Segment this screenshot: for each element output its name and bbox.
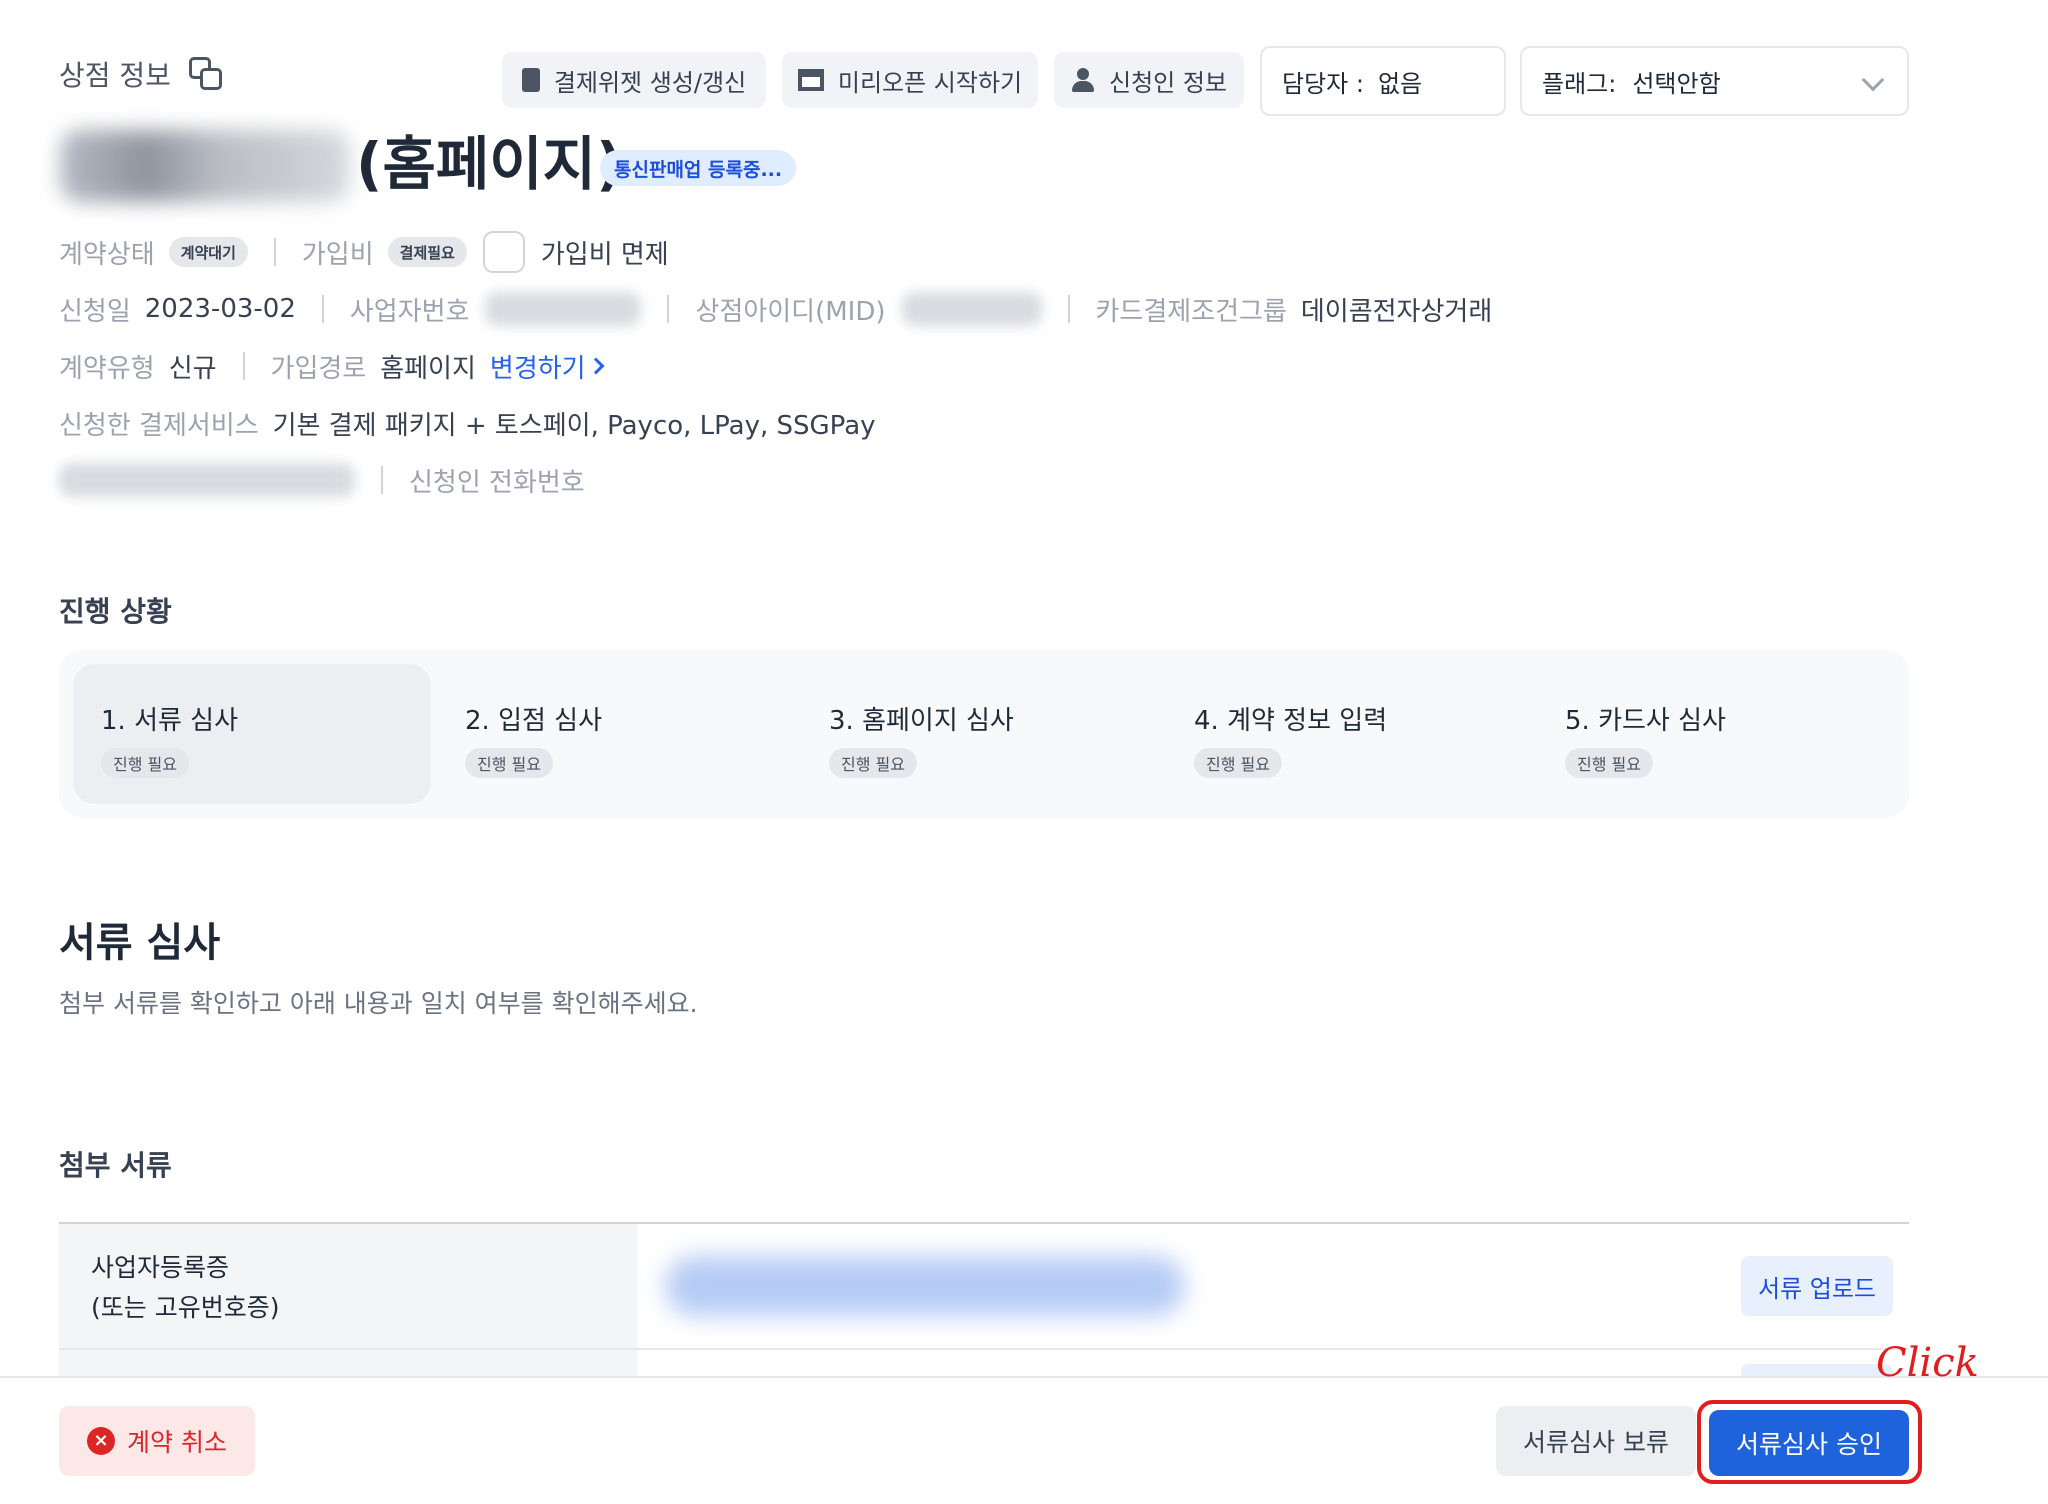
signup-path-value: 홈페이지	[380, 353, 476, 384]
step-3[interactable]: 3. 홈페이지 심사 진행 필요	[801, 664, 1159, 804]
step-title: 5. 카드사 심사	[1565, 706, 1726, 736]
step-title: 1. 서류 심사	[101, 706, 239, 736]
divider	[273, 238, 276, 266]
section-title-text: 상점 정보	[59, 59, 171, 92]
assignee-select[interactable]: 담당자 : 없음	[1260, 46, 1506, 116]
step-title: 4. 계약 정보 입력	[1194, 706, 1388, 736]
info-row-services: 신청한 결제서비스 기본 결제 패키지 + 토스페이, Payco, LPay,…	[59, 403, 876, 443]
preopen-start-label: 미리오픈 시작하기	[837, 68, 1023, 97]
preopen-start-button[interactable]: 미리오픈 시작하기	[782, 52, 1038, 108]
store-name-redacted	[60, 130, 350, 202]
step-title: 3. 홈페이지 심사	[829, 706, 1014, 736]
hold-review-button[interactable]: 서류심사 보류	[1496, 1406, 1696, 1476]
card-group-value: 데이콤전자상거래	[1300, 296, 1493, 327]
step-2[interactable]: 2. 입점 심사 진행 필요	[437, 664, 795, 804]
signup-fee-label: 가입비	[301, 239, 374, 270]
step-status-badge: 진행 필요	[465, 748, 553, 778]
section-title: 상점 정보	[59, 52, 225, 96]
flag-select[interactable]: 플래그: 선택안함	[1520, 46, 1909, 116]
progress-title: 진행 상황	[59, 595, 172, 628]
step-status-badge: 진행 필요	[101, 748, 189, 778]
step-status-badge: 진행 필요	[829, 748, 917, 778]
phone-redacted	[59, 463, 355, 497]
info-row-dates: 신청일 2023-03-02 사업자번호 상점아이디(MID) 카드결제조건그룹…	[59, 289, 1492, 329]
apply-date-value: 2023-03-02	[144, 294, 296, 324]
chevron-down-icon	[1861, 68, 1885, 92]
cancel-contract-button[interactable]: × 계약 취소	[59, 1406, 255, 1476]
close-icon: ×	[87, 1427, 116, 1455]
change-signup-path-link[interactable]: 변경하기	[490, 348, 586, 385]
services-value: 기본 결제 패키지 + 토스페이, Payco, LPay, SSGPay	[272, 410, 876, 441]
mid-label: 상점아이디(MID)	[695, 296, 886, 327]
card-group-label: 카드결제조건그룹	[1095, 296, 1287, 327]
apply-date-label: 신청일	[59, 296, 131, 327]
step-4[interactable]: 4. 계약 정보 입력 진행 필요	[1166, 664, 1524, 804]
book-icon	[521, 68, 540, 92]
review-title: 서류 심사	[59, 920, 221, 966]
step-title: 2. 입점 심사	[465, 706, 603, 736]
review-description: 첨부 서류를 확인하고 아래 내용과 일치 여부를 확인해주세요.	[59, 989, 698, 1018]
assignee-label: 담당자 :	[1282, 69, 1364, 98]
contract-status-label: 계약상태	[59, 239, 155, 270]
contract-status-badge: 계약대기	[168, 237, 248, 267]
divider	[1067, 295, 1070, 323]
business-number-redacted	[485, 292, 642, 326]
divider	[667, 295, 670, 323]
step-1[interactable]: 1. 서류 심사 진행 필요	[73, 664, 431, 804]
status-badge: 통신판매업 등록중...	[600, 150, 797, 186]
services-label: 신청한 결제서비스	[59, 410, 259, 441]
click-annotation: Click	[1876, 1340, 1979, 1386]
copy-icon[interactable]	[187, 55, 225, 93]
signup-fee-waive-checkbox[interactable]	[482, 231, 525, 273]
mid-redacted	[901, 292, 1042, 326]
contract-type-value: 신규	[168, 353, 217, 384]
store-icon	[797, 69, 824, 91]
applicant-info-button[interactable]: 신청인 정보	[1054, 52, 1244, 108]
widget-create-button[interactable]: 결제위젯 생성/갱신	[502, 52, 766, 108]
business-number-label: 사업자번호	[349, 296, 470, 327]
contract-type-label: 계약유형	[59, 353, 155, 384]
info-row-contract: 계약유형 신규 가입경로 홈페이지 변경하기	[59, 346, 605, 386]
attachments-title: 첨부 서류	[59, 1149, 172, 1182]
divider	[381, 466, 383, 494]
chevron-right-icon	[587, 357, 605, 375]
document-upload-button[interactable]: 서류 업로드	[1741, 1256, 1893, 1316]
phone-label: 신청인 전화번호	[409, 467, 585, 498]
document-row: 사업자등록증 (또는 고유번호증) 서류 업로드	[59, 1224, 1909, 1350]
flag-label: 플래그:	[1542, 69, 1617, 98]
widget-create-label: 결제위젯 생성/갱신	[553, 68, 747, 97]
signup-path-label: 가입경로	[270, 353, 367, 384]
flag-value: 선택안함	[1632, 69, 1721, 98]
signup-fee-waive-label[interactable]: 가입비 면제	[541, 234, 669, 271]
signup-fee-badge: 결제필요	[387, 237, 467, 267]
step-status-badge: 진행 필요	[1194, 748, 1282, 778]
click-highlight-box	[1697, 1400, 1922, 1484]
info-row-status: 계약상태 계약대기 가입비 결제필요 가입비 면제	[59, 231, 669, 273]
document-name-line1: 사업자등록증	[91, 1253, 230, 1282]
user-icon	[1071, 68, 1095, 92]
divider	[242, 352, 245, 380]
info-row-phone: 신청인 전화번호	[59, 460, 585, 500]
step-status-badge: 진행 필요	[1565, 748, 1653, 778]
document-name-line2: (또는 고유번호증)	[91, 1293, 280, 1322]
store-title: (홈페이지)	[356, 130, 623, 198]
applicant-info-label: 신청인 정보	[1108, 68, 1228, 97]
step-5[interactable]: 5. 카드사 심사 진행 필요	[1537, 664, 1895, 804]
document-name: 사업자등록증 (또는 고유번호증)	[59, 1224, 637, 1348]
cancel-contract-label: 계약 취소	[127, 1428, 227, 1457]
progress-steps: 1. 서류 심사 진행 필요 2. 입점 심사 진행 필요 3. 홈페이지 심사…	[59, 650, 1909, 818]
document-file-link-redacted[interactable]	[665, 1256, 1185, 1316]
divider	[321, 295, 324, 323]
assignee-value: 없음	[1377, 69, 1423, 98]
